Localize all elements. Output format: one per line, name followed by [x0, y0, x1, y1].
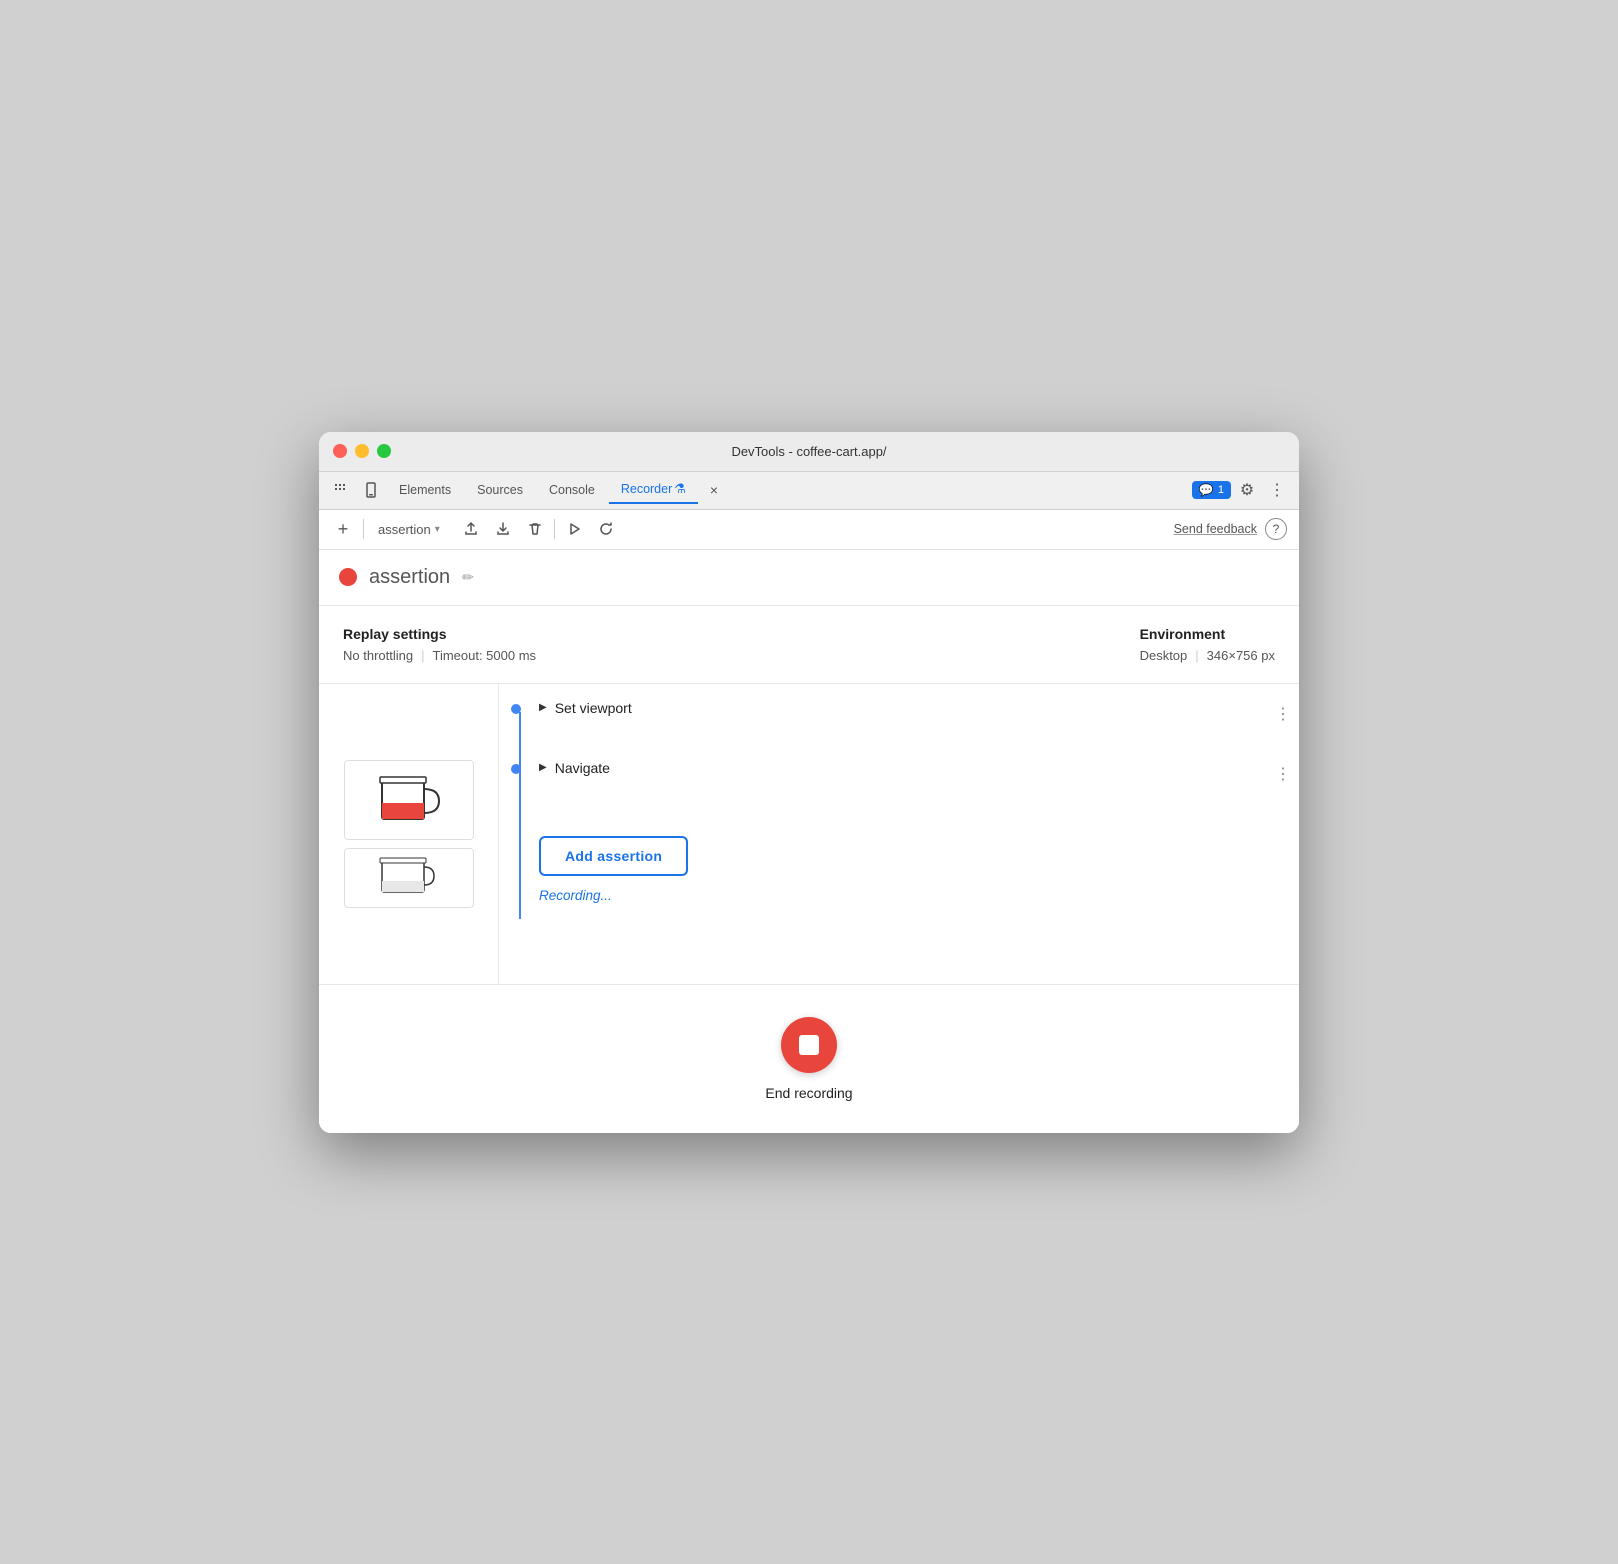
close-button[interactable]: [333, 444, 347, 458]
throttling-value: No throttling: [343, 648, 413, 663]
add-assertion-area: Add assertion Recording...: [539, 820, 1299, 919]
recorder-toolbar: + assertion ▾: [319, 510, 1299, 550]
chevron-down-icon: ▾: [435, 524, 440, 535]
toolbar-actions: [458, 516, 619, 542]
environment-preset: Desktop: [1140, 648, 1188, 663]
toolbar-divider-1: [363, 519, 364, 539]
maximize-button[interactable]: [377, 444, 391, 458]
steps-section: Espresso Macchiato $12.00: [319, 684, 1299, 984]
end-recording-label: End recording: [765, 1085, 852, 1101]
more-options-icon[interactable]: ⋮: [1263, 476, 1291, 504]
devtools-tab-bar: Elements Sources Console Recorder ⚗ × 💬 …: [319, 472, 1299, 510]
minimize-button[interactable]: [355, 444, 369, 458]
title-bar: DevTools - coffee-cart.app/: [319, 432, 1299, 472]
send-feedback-link[interactable]: Send feedback: [1174, 522, 1257, 536]
step-1-content[interactable]: ▶ Set viewport: [539, 700, 1267, 716]
delete-button[interactable]: [522, 516, 548, 542]
main-content: assertion ✏ Replay settings No throttlin…: [319, 550, 1299, 1133]
recording-header: assertion ✏: [319, 550, 1299, 606]
end-recording-button[interactable]: [781, 1017, 837, 1073]
tab-elements[interactable]: Elements: [387, 476, 463, 504]
environment-settings: Environment Desktop | 346×756 px: [1140, 626, 1275, 663]
add-assertion-button[interactable]: Add assertion: [539, 836, 688, 876]
step-1-more-icon[interactable]: ⋮: [1267, 700, 1299, 728]
traffic-lights: [333, 444, 391, 458]
play-button[interactable]: [561, 516, 587, 542]
edit-name-icon[interactable]: ✏: [462, 569, 474, 586]
tab-recorder[interactable]: Recorder ⚗: [609, 476, 698, 504]
devtools-window: DevTools - coffee-cart.app/ Elements Sou…: [319, 432, 1299, 1133]
step-item: ▶ Set viewport ⋮: [539, 700, 1299, 728]
environment-label: Environment: [1140, 626, 1275, 642]
bottom-section: End recording: [319, 984, 1299, 1133]
recording-status: Recording...: [539, 888, 612, 903]
step-dot-2: [511, 764, 521, 774]
replay-settings: Replay settings No throttling | Timeout:…: [343, 626, 536, 663]
timeout-value: Timeout: 5000 ms: [432, 648, 536, 663]
preview-thumb-1: Espresso Macchiato $12.00: [344, 760, 474, 840]
feedback-badge[interactable]: 💬 1: [1192, 481, 1231, 499]
help-button[interactable]: ?: [1265, 518, 1287, 540]
coffee-mug-icon: [374, 769, 444, 834]
step-1-arrow: ▶: [539, 702, 547, 713]
add-recording-button[interactable]: +: [331, 519, 355, 540]
window-title: DevTools - coffee-cart.app/: [731, 444, 886, 459]
step-dot-1: [511, 704, 521, 714]
mobile-icon[interactable]: [357, 476, 385, 504]
recording-dropdown[interactable]: assertion ▾: [372, 520, 446, 539]
preview-thumb-2: [344, 848, 474, 908]
steps-panel: ▶ Set viewport ⋮ ▶ Navigate ⋮: [499, 684, 1299, 984]
step-2-more-icon[interactable]: ⋮: [1267, 760, 1299, 788]
close-tab-icon[interactable]: ×: [700, 476, 728, 504]
step-2-content[interactable]: ▶ Navigate: [539, 760, 1267, 776]
step-2-arrow: ▶: [539, 762, 547, 773]
preview-panel: Espresso Macchiato $12.00: [319, 684, 499, 984]
export-button[interactable]: [458, 516, 484, 542]
timeline-line: [519, 712, 521, 919]
flask-icon: ⚗: [674, 481, 686, 497]
recording-indicator: [339, 568, 357, 586]
settings-icon[interactable]: ⚙: [1233, 476, 1261, 504]
steps-timeline: ▶ Set viewport ⋮ ▶ Navigate ⋮: [499, 700, 1299, 919]
replay-settings-label: Replay settings: [343, 626, 536, 642]
recording-name: assertion: [369, 566, 450, 589]
environment-dimensions: 346×756 px: [1207, 648, 1275, 663]
coffee-mug-small-icon: [374, 855, 444, 900]
cursor-icon[interactable]: [327, 476, 355, 504]
replay-settings-values: No throttling | Timeout: 5000 ms: [343, 648, 536, 663]
step-item: ▶ Navigate ⋮: [539, 760, 1299, 788]
settings-section: Replay settings No throttling | Timeout:…: [319, 606, 1299, 684]
environment-values: Desktop | 346×756 px: [1140, 648, 1275, 663]
toolbar-divider-2: [554, 519, 555, 539]
replay-button[interactable]: [593, 516, 619, 542]
import-button[interactable]: [490, 516, 516, 542]
tab-sources[interactable]: Sources: [465, 476, 535, 504]
tab-console[interactable]: Console: [537, 476, 607, 504]
step-2-label: Navigate: [555, 760, 610, 776]
step-1-label: Set viewport: [555, 700, 632, 716]
stop-icon: [799, 1035, 819, 1055]
